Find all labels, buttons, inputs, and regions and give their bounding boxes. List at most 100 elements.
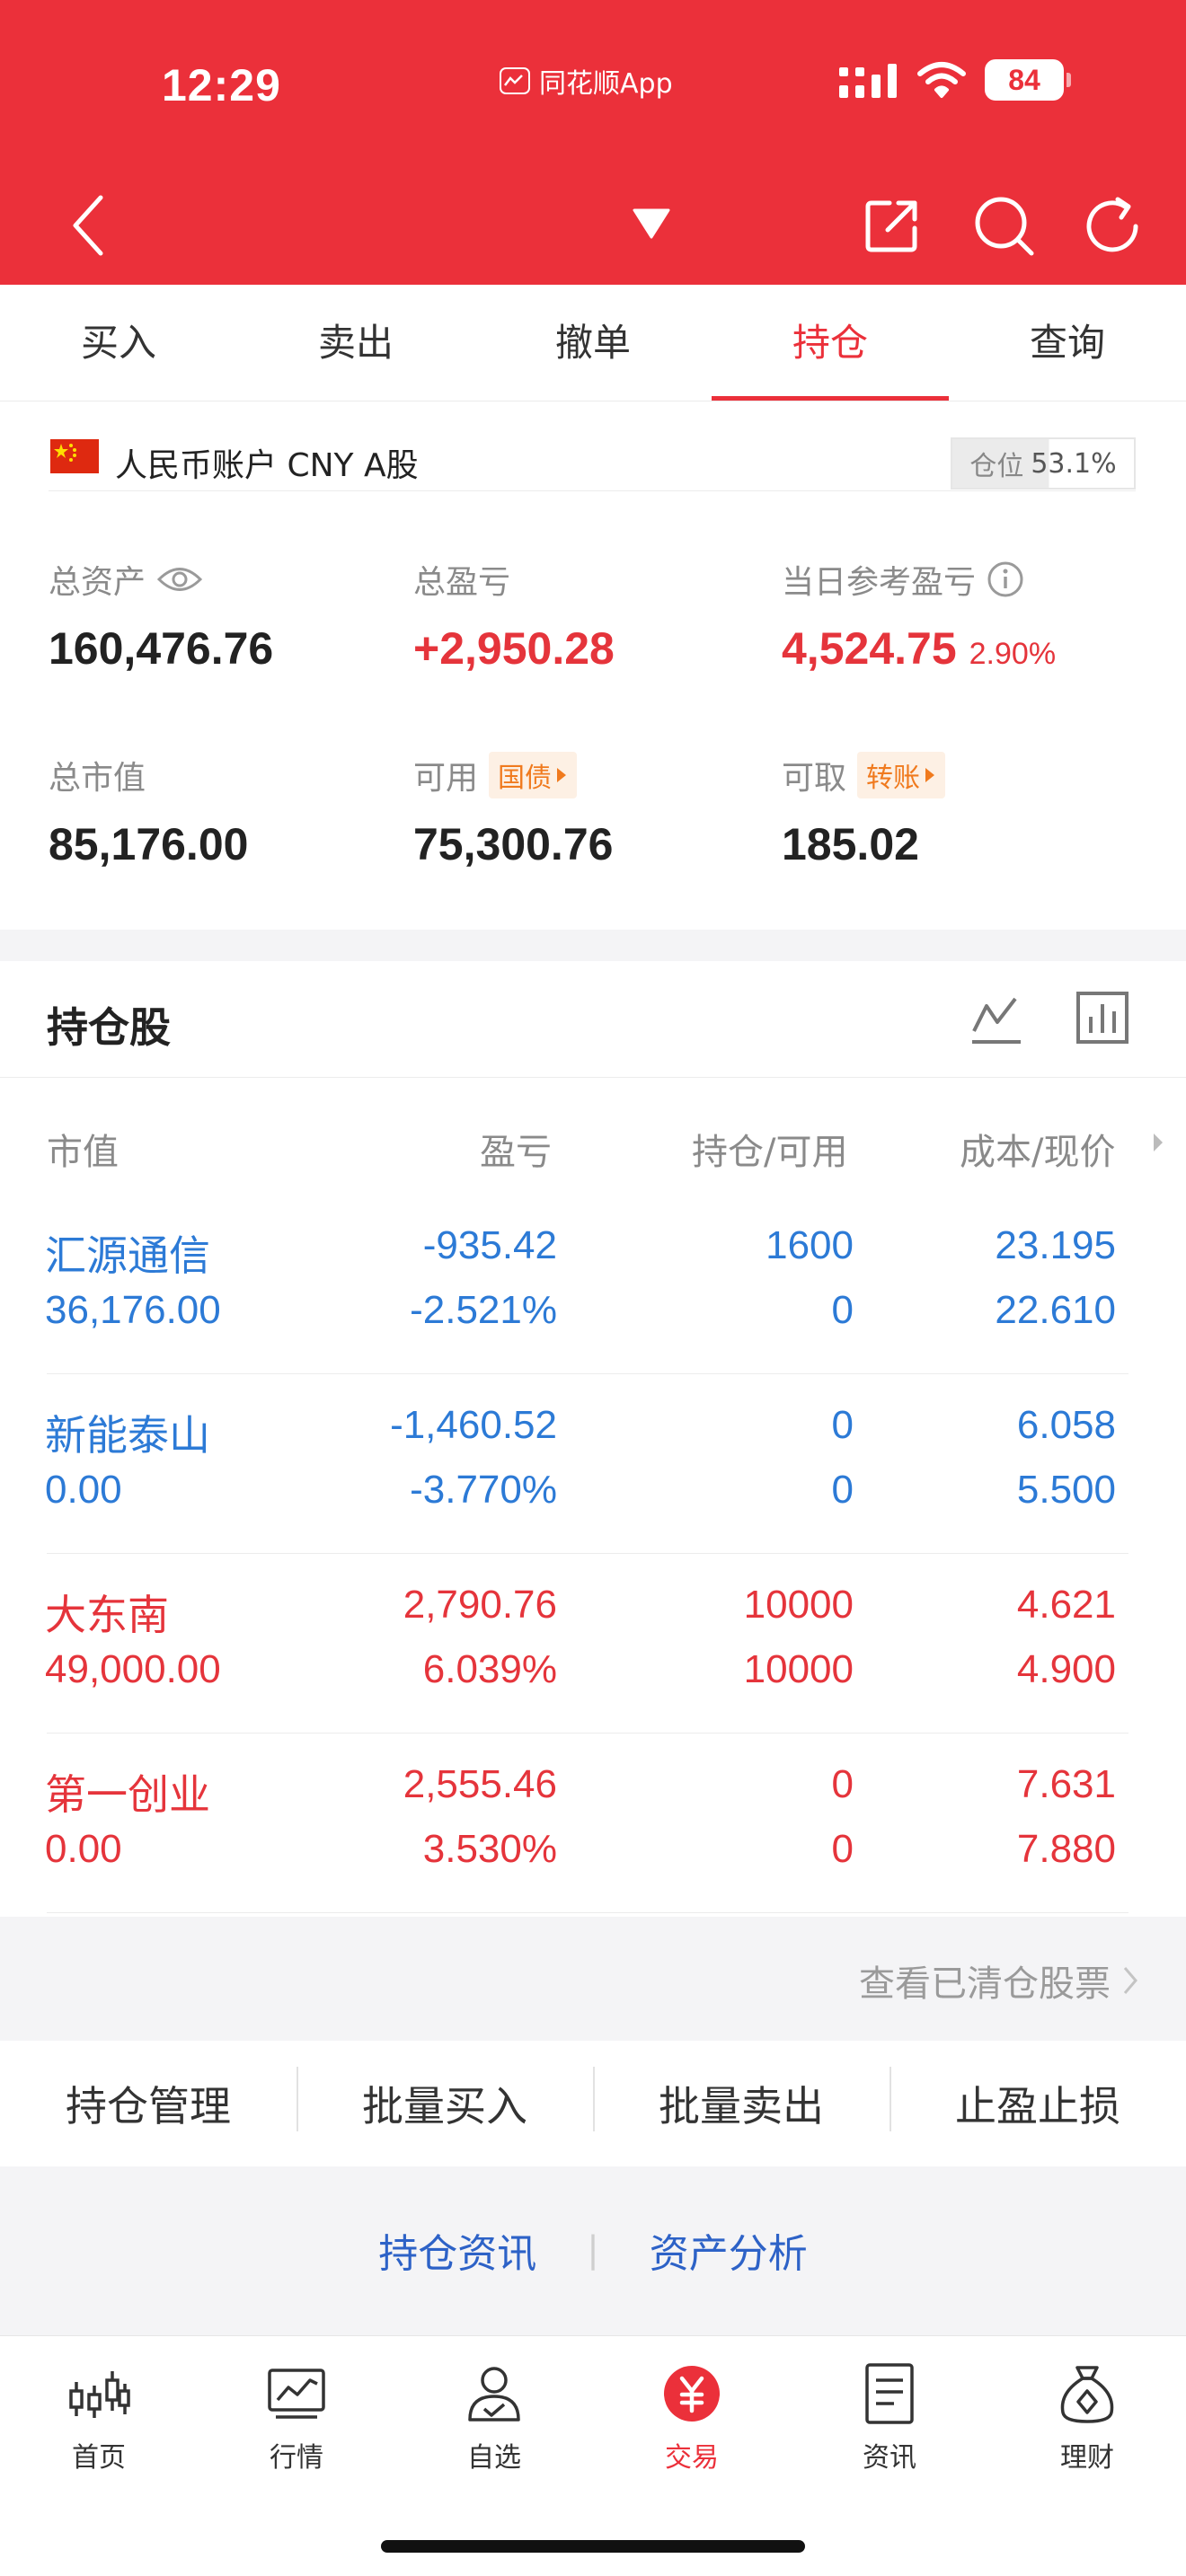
manage-holdings-button[interactable]: 持仓管理 (0, 2074, 296, 2133)
battery-indicator: 84 (985, 59, 1071, 101)
stock-pnl-pct: 6.039% (422, 1647, 557, 1691)
col-cost-price[interactable]: 成本/现价 (960, 1123, 1115, 1175)
stock-available: 0 (831, 1468, 854, 1512)
batch-sell-button[interactable]: 批量卖出 (593, 2067, 890, 2133)
china-flag-icon (50, 439, 99, 473)
line-chart-icon[interactable] (969, 992, 1024, 1047)
holding-row[interactable]: 第一创业 0.00 2,555.46 3.530% 0 0 7.631 7.880 (0, 1734, 1186, 1913)
stock-market-value: 36,176.00 (45, 1288, 221, 1332)
caret-right-icon (925, 768, 935, 782)
daily-pnl-pct: 2.90% (969, 637, 1057, 671)
battery-level: 84 (1008, 63, 1040, 96)
available-value: 75,300.76 (413, 819, 614, 869)
nav-trade-label: 交易 (665, 2442, 719, 2474)
withdrawable-label: 可取 (782, 760, 847, 797)
batch-buy-button[interactable]: 批量买入 (296, 2067, 593, 2133)
stock-name: 新能泰山 (45, 1411, 210, 1460)
available-funds: 可用 国债 75,300.76 (413, 752, 613, 870)
asset-analysis-link[interactable]: 资产分析 (650, 2221, 808, 2279)
money-bag-icon (1060, 2366, 1114, 2423)
account-name[interactable]: 人民币账户 CNY A股 (115, 439, 419, 486)
tab-cancel-order[interactable]: 撤单 (474, 285, 712, 401)
search-icon[interactable] (972, 194, 1037, 259)
treasury-bond-tag[interactable]: 国债 (489, 752, 578, 798)
nav-wealth[interactable]: 理财 (988, 2358, 1186, 2475)
wifi-icon (917, 62, 966, 98)
info-icon[interactable] (987, 560, 1024, 598)
share-icon[interactable] (864, 198, 920, 253)
chevron-right-icon[interactable] (1152, 1130, 1164, 1155)
market-value-value: 85,176.00 (49, 819, 249, 869)
home-indicator (381, 2540, 805, 2553)
col-market-value[interactable]: 市值 (47, 1123, 119, 1175)
stock-market-value: 0.00 (45, 1827, 122, 1871)
refresh-icon[interactable] (1080, 194, 1145, 259)
app-header: 12:29 同花顺App 84 (0, 0, 1186, 285)
tab-holdings[interactable]: 持仓 (712, 285, 949, 401)
back-chevron-icon[interactable] (70, 194, 106, 257)
total-pnl-label: 总盈亏 (413, 564, 511, 601)
tab-query[interactable]: 查询 (949, 285, 1186, 401)
nav-watchlist[interactable]: 自选 (395, 2358, 593, 2475)
stock-price: 4.900 (1016, 1647, 1116, 1691)
account-dropdown-icon[interactable] (633, 208, 670, 239)
nav-news-label: 资讯 (863, 2442, 916, 2474)
stock-price: 5.500 (1016, 1468, 1116, 1512)
stock-name: 大东南 (45, 1591, 169, 1639)
position-value: 53.1% (1031, 447, 1117, 480)
stock-price: 7.880 (1016, 1827, 1116, 1871)
stock-cost: 7.631 (1016, 1762, 1116, 1806)
holdings-news-link[interactable]: 持仓资讯 (378, 2221, 536, 2279)
market-value-label: 总市值 (49, 760, 146, 797)
stock-pnl: -935.42 (422, 1223, 557, 1267)
total-pnl: 总盈亏 +2,950.28 (413, 556, 615, 675)
eye-icon[interactable] (156, 564, 203, 595)
nav-trade[interactable]: 交易 (593, 2358, 791, 2475)
status-right: 84 (839, 59, 1071, 101)
stock-price: 22.610 (995, 1288, 1116, 1332)
row-divider (47, 1912, 1128, 1913)
stock-available: 0 (831, 1288, 854, 1332)
tab-sell[interactable]: 卖出 (237, 285, 474, 401)
total-assets-value: 160,476.76 (49, 623, 274, 674)
market-value: 总市值 85,176.00 (49, 752, 248, 870)
holdings-action-bar: 持仓管理 批量买入 批量卖出 止盈止损 (0, 2041, 1186, 2166)
stock-pnl-pct: -2.521% (410, 1288, 557, 1332)
stock-position: 0 (831, 1403, 854, 1447)
cleared-stocks-label: 查看已清仓股票 (859, 1963, 1111, 2005)
col-pnl[interactable]: 盈亏 (480, 1123, 552, 1175)
holding-row[interactable]: 大东南 49,000.00 2,790.76 6.039% 10000 10000 4.62… (0, 1554, 1186, 1734)
stock-cost: 4.621 (1016, 1583, 1116, 1627)
yuan-trade-icon (664, 2366, 720, 2422)
stock-position: 10000 (743, 1583, 854, 1627)
stop-profit-loss-button[interactable]: 止盈止损 (890, 2067, 1186, 2133)
cleared-stocks-link[interactable]: 查看已清仓股票 (859, 1954, 1139, 2007)
nav-market-label: 行情 (270, 2442, 323, 2474)
person-check-icon (468, 2367, 520, 2422)
stock-market-value: 0.00 (45, 1468, 122, 1512)
nav-market[interactable]: 行情 (198, 2358, 395, 2475)
stock-cost: 23.195 (995, 1223, 1116, 1267)
status-app-name: 同花顺App (539, 68, 673, 100)
nav-home[interactable]: 首页 (0, 2358, 198, 2475)
daily-pnl: 当日参考盈亏 4,524.75 2.90% (782, 556, 1056, 675)
bottom-links: 持仓资讯 | 资产分析 (0, 2219, 1186, 2281)
transfer-tag[interactable]: 转账 (857, 752, 946, 798)
candlestick-icon (69, 2371, 130, 2418)
chevron-right-icon (1123, 1967, 1137, 1994)
stock-available: 0 (831, 1827, 854, 1871)
nav-news[interactable]: 资讯 (791, 2358, 988, 2475)
stock-pnl-pct: 3.530% (422, 1827, 557, 1871)
app-logo-icon (500, 67, 530, 94)
col-position-available[interactable]: 持仓/可用 (692, 1123, 847, 1175)
stock-market-value: 49,000.00 (45, 1647, 221, 1691)
stock-pnl-pct: -3.770% (410, 1468, 557, 1512)
position-ratio-badge: 仓位 53.1% (951, 437, 1136, 490)
bar-chart-icon[interactable] (1075, 988, 1130, 1047)
tab-buy[interactable]: 买入 (0, 285, 237, 401)
account-summary: 人民币账户 CNY A股 仓位 53.1% 总资产 160,476.76 总盈亏… (0, 401, 1186, 930)
status-app-indicator[interactable]: 同花顺App (500, 61, 673, 101)
account-line: 人民币账户 CNY A股 仓位 53.1% (49, 421, 1136, 491)
holding-row[interactable]: 新能泰山 0.00 -1,460.52 -3.770% 0 0 6.058 5.500 (0, 1374, 1186, 1554)
holding-row[interactable]: 汇源通信 36,176.00 -935.42 -2.521% 1600 0 23.195 22… (0, 1195, 1186, 1374)
